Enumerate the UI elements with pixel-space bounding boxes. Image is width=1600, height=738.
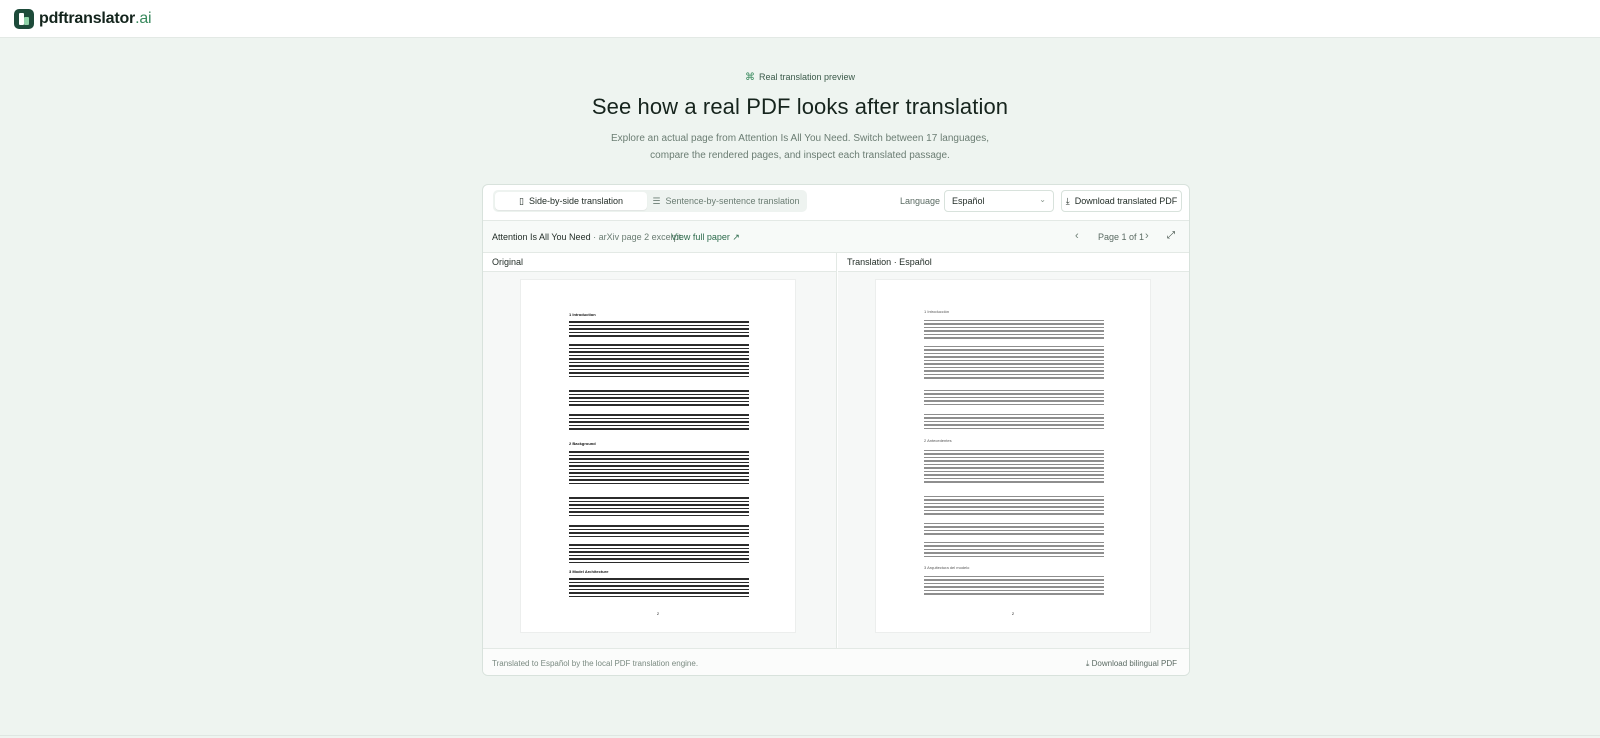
tab-sentence-by-sentence[interactable]: ☰ Sentence-by-sentence translation	[647, 192, 805, 210]
page-indicator: Page 1 of 1	[1098, 232, 1145, 242]
translation-section-heading: 3 Arquitectura del modelo	[924, 565, 970, 570]
expand-icon[interactable]: ⤢	[1167, 230, 1175, 241]
original-section-heading: 2 Background	[569, 441, 596, 446]
next-page-button[interactable]: ›	[1145, 230, 1149, 242]
view-full-paper-link[interactable]: View full paper ↗	[671, 232, 740, 243]
columns-icon: ▯	[518, 195, 524, 206]
download-bilingual-link[interactable]: ⤓ Download bilingual PDF	[1086, 659, 1177, 669]
download-translated-label: Download translated PDF	[1074, 196, 1178, 206]
translation-paragraph	[924, 523, 1104, 537]
original-pane-body[interactable]: 1 Introduction 2 Background 3 Model Arch…	[483, 272, 836, 648]
view-full-paper-label: View full paper	[671, 232, 730, 242]
translation-section-heading: 2 Antecedentes	[924, 438, 952, 443]
brand-logo[interactable]: pdftranslator.ai	[39, 9, 152, 28]
preview-toolbar: ▯ Side-by-side translation ☰ Sentence-by…	[483, 185, 1189, 221]
original-section-heading: 3 Model Architecture	[569, 569, 609, 574]
document-name: Attention Is All You Need	[492, 232, 591, 242]
original-paragraph	[569, 321, 749, 339]
tab-side-by-side-label: Side-by-side translation	[528, 196, 623, 206]
language-select[interactable]: Español ⌄	[944, 190, 1054, 212]
translation-paragraph	[924, 576, 1104, 597]
document-title: Attention Is All You Need · arXiv page 2…	[492, 232, 681, 242]
document-bar: Attention Is All You Need · arXiv page 2…	[483, 221, 1189, 253]
document-meta: · arXiv page 2 excerpt	[590, 232, 682, 242]
hero-tag: ⌘ Real translation preview	[0, 72, 1600, 83]
original-paragraph	[569, 525, 749, 539]
original-paragraph	[569, 497, 749, 518]
original-paragraph	[569, 414, 749, 432]
original-paragraph	[569, 544, 749, 565]
top-nav: pdftranslator.ai	[0, 0, 1600, 38]
original-section-heading: 1 Introduction	[569, 312, 596, 317]
list-icon: ☰	[652, 195, 661, 206]
external-link-icon: ↗	[732, 232, 740, 242]
chevron-down-icon: ⌄	[1039, 195, 1046, 204]
translation-paragraph	[924, 414, 1104, 431]
download-translated-button[interactable]: ⤓ Download translated PDF	[1061, 190, 1182, 212]
prev-page-button[interactable]: ‹	[1075, 230, 1079, 242]
download-icon: ⤓	[1085, 659, 1090, 668]
translation-paragraph	[924, 390, 1104, 407]
translation-page-number: 2	[1011, 611, 1015, 616]
translate-icon: ⌘	[744, 72, 755, 83]
original-paragraph	[569, 390, 749, 408]
original-page: 1 Introduction 2 Background 3 Model Arch…	[521, 280, 795, 632]
original-paragraph	[569, 344, 749, 379]
original-paragraph	[569, 451, 749, 486]
brand-name: pdftranslator	[39, 9, 136, 27]
logo-icon[interactable]	[14, 8, 34, 29]
translation-paragraph	[924, 496, 1104, 517]
view-mode-toggle: ▯ Side-by-side translation ☰ Sentence-by…	[493, 190, 807, 212]
translation-paragraph	[924, 346, 1104, 381]
hero-subtitle-line-1: Explore an actual page from Attention Is…	[610, 133, 990, 144]
translation-pane-body[interactable]: 1 Introducción 2 Antecedentes 3 Arquitec…	[838, 272, 1189, 648]
hero-tag-label: Real translation preview	[758, 72, 856, 82]
original-paragraph	[569, 578, 749, 599]
language-value: Español	[952, 196, 985, 206]
translation-engine-note: Translated to Español by the local PDF t…	[492, 659, 699, 668]
original-pane-header: Original	[483, 253, 836, 272]
hero-subtitle: Explore an actual page from Attention Is…	[600, 130, 1000, 164]
translation-paragraph	[924, 450, 1104, 485]
translation-paragraph	[924, 542, 1104, 559]
translation-pane-header: Translation · Español	[838, 253, 1189, 272]
page-title: See how a real PDF looks after translati…	[591, 94, 1009, 119]
download-icon: ⤓	[1065, 195, 1070, 206]
translation-paragraph	[924, 320, 1104, 341]
translation-page: 1 Introducción 2 Antecedentes 3 Arquitec…	[876, 280, 1150, 632]
brand-tld: .ai	[135, 9, 152, 27]
original-pane: Original 1 Introduction 2 Background 3 M…	[483, 253, 837, 648]
language-label: Language	[900, 196, 941, 206]
translation-section-heading: 1 Introducción	[924, 309, 950, 314]
hero-subtitle-line-2: compare the rendered pages, and inspect …	[650, 150, 950, 161]
tab-sentence-by-sentence-label: Sentence-by-sentence translation	[665, 196, 800, 206]
bottom-divider	[0, 735, 1600, 736]
translation-pane: Translation · Español 1 Introducción 2 A…	[838, 253, 1189, 648]
original-page-number: 2	[656, 611, 660, 616]
card-footer: Translated to Español by the local PDF t…	[483, 648, 1189, 675]
tab-side-by-side[interactable]: ▯ Side-by-side translation	[495, 192, 647, 210]
preview-card: ▯ Side-by-side translation ☰ Sentence-by…	[482, 184, 1190, 676]
download-bilingual-label: Download bilingual PDF	[1091, 659, 1177, 668]
